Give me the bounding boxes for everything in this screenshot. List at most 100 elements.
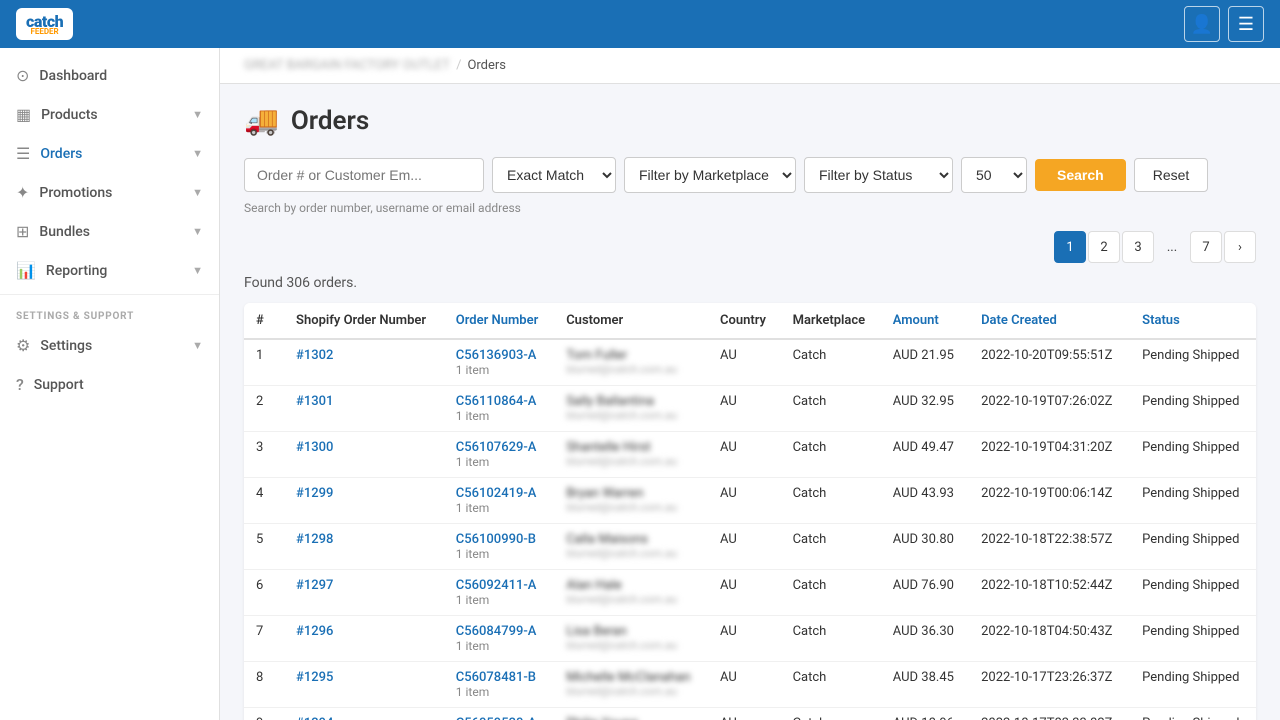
row-date: 2022-10-18T04:50:43Z: [969, 616, 1130, 662]
shopify-order-link[interactable]: #1301: [296, 394, 333, 409]
shopify-order-link[interactable]: #1297: [296, 578, 333, 593]
customer-name: Calla Maisons: [566, 532, 696, 547]
col-marketplace: Marketplace: [781, 303, 881, 339]
orders-table: # Shopify Order Number Order Number Cust…: [244, 303, 1256, 720]
products-icon: ▦: [16, 105, 31, 124]
breadcrumb-separator: /: [456, 58, 461, 73]
item-count: 1 item: [456, 455, 542, 469]
row-status: Pending Shipped: [1130, 339, 1256, 386]
sidebar-item-support[interactable]: ? Support: [0, 365, 219, 404]
row-shopify: #1302: [284, 339, 444, 386]
item-count: 1 item: [456, 363, 542, 377]
row-marketplace: Catch: [781, 478, 881, 524]
reset-button[interactable]: Reset: [1134, 158, 1209, 192]
row-country: AU: [708, 616, 781, 662]
customer-email: blurred@catch.com.au: [566, 685, 696, 698]
sidebar-item-bundles[interactable]: ⊞ Bundles ▼: [0, 212, 219, 251]
col-num: #: [244, 303, 284, 339]
chevron-down-icon: ▼: [192, 225, 203, 238]
order-number-link[interactable]: C56092411-A: [456, 578, 537, 593]
row-date: 2022-10-19T04:31:20Z: [969, 432, 1130, 478]
marketplace-filter-select[interactable]: Filter by Marketplace Catch: [624, 157, 796, 193]
row-status: Pending Shipped: [1130, 570, 1256, 616]
search-input[interactable]: [244, 158, 484, 192]
order-number-link[interactable]: C56078481-B: [456, 670, 536, 685]
sidebar-item-orders[interactable]: ☰ Orders ▼: [0, 134, 219, 173]
menu-icon-button[interactable]: ☰: [1228, 6, 1264, 42]
row-country: AU: [708, 524, 781, 570]
order-number-link[interactable]: C56100990-B: [456, 532, 536, 547]
navbar-right: 👤 ☰: [1184, 6, 1264, 42]
row-order: C56136903-A 1 item: [444, 339, 554, 386]
match-type-select[interactable]: Exact Match Partial Match: [492, 157, 616, 193]
found-count: Found 306 orders.: [244, 275, 1256, 291]
item-count: 1 item: [456, 639, 542, 653]
order-number-link[interactable]: C56059520-A: [456, 716, 537, 720]
item-count: 1 item: [456, 409, 542, 423]
sidebar-item-reporting[interactable]: 📊 Reporting ▼: [0, 251, 219, 290]
row-customer: Bryan Warren blurred@catch.com.au: [554, 478, 708, 524]
shopify-order-link[interactable]: #1296: [296, 624, 333, 639]
page-next-button[interactable]: ›: [1224, 231, 1256, 263]
order-number-link[interactable]: C56084799-A: [456, 624, 537, 639]
row-customer: Lisa Beran blurred@catch.com.au: [554, 616, 708, 662]
sidebar-item-settings[interactable]: ⚙ Settings ▼: [0, 326, 219, 365]
per-page-select[interactable]: 10 25 50 100: [961, 157, 1027, 193]
row-amount: AUD 49.47: [881, 432, 969, 478]
page-btn-3[interactable]: 3: [1122, 231, 1154, 263]
col-date-created[interactable]: Date Created: [969, 303, 1130, 339]
row-order: C56059520-A 1 item: [444, 708, 554, 720]
sidebar-item-label: Reporting: [46, 263, 107, 279]
table-row: 2 #1301 C56110864-A 1 item Sally Ballant…: [244, 386, 1256, 432]
table-row: 1 #1302 C56136903-A 1 item Tom Fuller bl…: [244, 339, 1256, 386]
sidebar-item-promotions[interactable]: ✦ Promotions ▼: [0, 173, 219, 212]
row-shopify: #1297: [284, 570, 444, 616]
row-country: AU: [708, 478, 781, 524]
customer-name: Sally Ballantina: [566, 394, 696, 409]
shopify-order-link[interactable]: #1299: [296, 486, 333, 501]
row-num: 8: [244, 662, 284, 708]
row-country: AU: [708, 432, 781, 478]
sidebar-item-label: Promotions: [39, 185, 112, 201]
col-amount[interactable]: Amount: [881, 303, 969, 339]
sidebar-item-products[interactable]: ▦ Products ▼: [0, 95, 219, 134]
item-count: 1 item: [456, 685, 542, 699]
status-filter-select[interactable]: Filter by Status Pending Shipped: [804, 157, 953, 193]
sidebar-item-dashboard[interactable]: ⊙ Dashboard: [0, 56, 219, 95]
col-status[interactable]: Status: [1130, 303, 1256, 339]
logo[interactable]: catch FEEDER: [16, 8, 73, 40]
order-number-link[interactable]: C56136903-A: [456, 348, 537, 363]
row-order: C56084799-A 1 item: [444, 616, 554, 662]
chevron-down-icon: ▼: [192, 264, 203, 277]
row-customer: Alan Hale blurred@catch.com.au: [554, 570, 708, 616]
table-row: 9 #1294 C56059520-A 1 item Philip Young …: [244, 708, 1256, 720]
row-country: AU: [708, 570, 781, 616]
search-button[interactable]: Search: [1035, 159, 1126, 191]
table-row: 7 #1296 C56084799-A 1 item Lisa Beran bl…: [244, 616, 1256, 662]
row-marketplace: Catch: [781, 570, 881, 616]
order-number-link[interactable]: C56110864-A: [456, 394, 537, 409]
page-btn-7[interactable]: 7: [1190, 231, 1222, 263]
row-shopify: #1300: [284, 432, 444, 478]
breadcrumb-store[interactable]: GREAT BARGAIN FACTORY OUTLET: [244, 58, 450, 73]
shopify-order-link[interactable]: #1298: [296, 532, 333, 547]
shopify-order-link[interactable]: #1295: [296, 670, 333, 685]
order-number-link[interactable]: C56107629-A: [456, 440, 537, 455]
row-country: AU: [708, 662, 781, 708]
table-row: 3 #1300 C56107629-A 1 item Shantelle Hir…: [244, 432, 1256, 478]
dashboard-icon: ⊙: [16, 66, 29, 85]
sidebar-item-label: Bundles: [39, 224, 90, 240]
shopify-order-link[interactable]: #1294: [296, 716, 333, 720]
row-amount: AUD 10.96: [881, 708, 969, 720]
shopify-order-link[interactable]: #1302: [296, 348, 333, 363]
order-number-link[interactable]: C56102419-A: [456, 486, 537, 501]
col-shopify-order: Shopify Order Number: [284, 303, 444, 339]
page-btn-2[interactable]: 2: [1088, 231, 1120, 263]
user-icon-button[interactable]: 👤: [1184, 6, 1220, 42]
shopify-order-link[interactable]: #1300: [296, 440, 333, 455]
settings-icon: ⚙: [16, 336, 30, 355]
col-order-number[interactable]: Order Number: [444, 303, 554, 339]
row-status: Pending Shipped: [1130, 432, 1256, 478]
page-btn-1[interactable]: 1: [1054, 231, 1086, 263]
chevron-down-icon: ▼: [192, 108, 203, 121]
